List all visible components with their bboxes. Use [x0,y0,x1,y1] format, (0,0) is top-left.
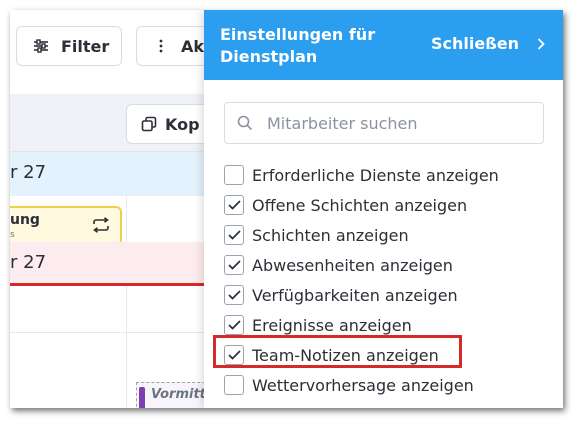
check-icon [227,230,241,240]
repeat-icon [92,217,110,237]
day-label: r 27 [10,252,47,273]
option-label: Abwesenheiten anzeigen [252,255,453,275]
search-input[interactable] [267,113,527,133]
check-icon [227,200,241,210]
vertical-ellipsis-icon [151,39,171,53]
option-label: Erforderliche Dienste anzeigen [252,165,499,185]
panel-title: Einstellungen für Dienstplan [220,25,376,66]
filter-label: Filter [61,36,110,56]
day-label: r 27 [10,162,47,183]
option-shifts[interactable]: Schichten anzeigen [224,220,554,250]
close-label: Schließen [431,34,519,53]
shift-label: ung [10,212,40,228]
shift-card[interactable]: ung s [10,206,122,246]
filter-button[interactable]: Filter [16,26,122,66]
chevron-right-icon [537,37,545,50]
check-icon [227,320,241,330]
draft-shift-label: Vormitt [151,387,206,402]
roster-settings-panel: Einstellungen für Dienstplan Schließen M… [204,10,563,408]
shift-color-bar [139,387,145,408]
option-label: Schichten anzeigen [252,225,409,245]
copy-label: Kop [165,114,200,134]
option-label: Offene Schichten anzeigen [252,195,468,215]
copy-icon [141,116,157,132]
option-weather-forecast[interactable]: Wettervorhersage anzeigen [224,370,554,400]
checkbox[interactable] [224,285,244,305]
search-icon [237,115,253,131]
shift-sub-label: s [10,230,15,240]
option-label: Wettervorhersage anzeigen [252,375,474,395]
checkbox[interactable] [224,315,244,335]
close-button[interactable]: Schließen [431,34,545,53]
check-icon [227,260,241,270]
option-availabilities[interactable]: Verfügbarkeiten anzeigen [224,280,554,310]
option-open-shifts[interactable]: Offene Schichten anzeigen [224,190,554,220]
option-required-shifts[interactable]: Erforderliche Dienste anzeigen [224,160,554,190]
checkbox[interactable] [224,165,244,185]
option-label: Ereignisse anzeigen [252,315,412,335]
checkbox[interactable] [224,255,244,275]
checkbox[interactable] [224,375,244,395]
annotation-highlight-box [213,335,462,368]
option-absences[interactable]: Abwesenheiten anzeigen [224,250,554,280]
app-window: Filter Akt Kop r 27 ung s r 27 Vormitt E… [10,10,563,408]
checkbox[interactable] [224,195,244,215]
panel-header: Einstellungen für Dienstplan Schließen [204,10,563,80]
check-icon [227,290,241,300]
employee-search-field[interactable] [224,102,544,144]
checkbox[interactable] [224,225,244,245]
sliders-icon [31,39,51,53]
option-label: Verfügbarkeiten anzeigen [252,285,458,305]
